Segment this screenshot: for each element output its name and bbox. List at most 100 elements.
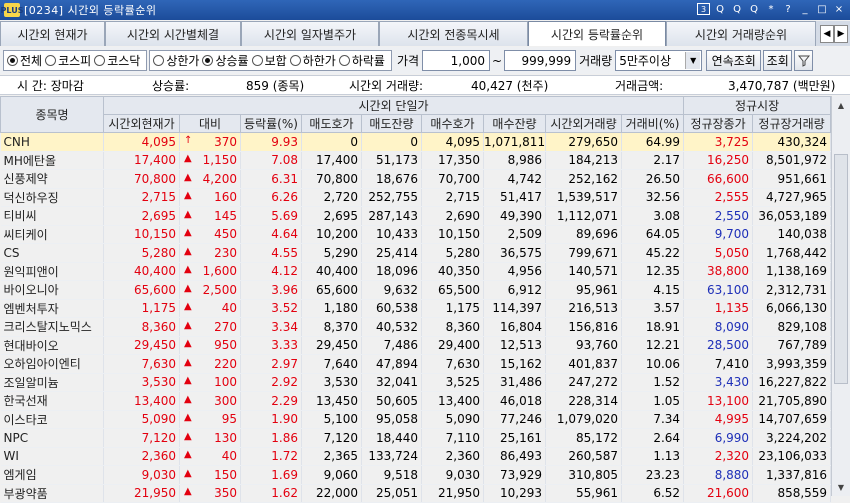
table-row[interactable]: 신풍제약 70,800 ▲ 4,200 6.31 70,800 18,676 70,700 4,… — [0, 169, 832, 189]
radio-lower-limit[interactable]: 하한가 — [289, 52, 336, 69]
scroll-up-icon[interactable]: ▲ — [834, 98, 848, 112]
close-button[interactable]: × — [832, 2, 846, 17]
cell-volume: 1,539,517 — [545, 188, 622, 207]
cell-volume: 1,079,020 — [545, 410, 622, 429]
table-row[interactable]: WI 2,360 ▲ 40 1.72 2,365 133,724 2,360 86,493 260… — [0, 447, 832, 466]
table-row[interactable]: 부광약품 21,950 ▲ 350 1.62 22,000 25,051 21,950 10,2… — [0, 484, 832, 503]
table-row[interactable]: 이스타코 5,090 ▲ 95 1.90 5,100 95,058 5,090 77,246 1,… — [0, 410, 832, 429]
cell-stock-name[interactable]: 엠게임 — [0, 465, 104, 485]
cell-volume: 156,816 — [545, 317, 622, 337]
cell-stock-name[interactable]: 씨티케이 — [0, 225, 104, 244]
tab-after-hours-price[interactable]: 시간외 현재가 — [0, 21, 105, 46]
table-row[interactable]: 원익피앤이 40,400 ▲ 1,600 4.12 40,400 18,096 40,350 4… — [0, 262, 832, 281]
cell-stock-name[interactable]: 덕신하우징 — [0, 188, 104, 207]
price-max-input[interactable]: 999,999 — [504, 50, 577, 71]
help-icon[interactable]: ? — [781, 2, 795, 17]
header-rate[interactable]: 등락률(%) — [240, 114, 302, 133]
table-row[interactable]: 엠벤처투자 1,175 ▲ 40 3.52 1,180 60,538 1,175 114,397… — [0, 299, 832, 318]
cell-volume: 401,837 — [545, 354, 622, 374]
cell-stock-name[interactable]: NPC — [0, 428, 104, 448]
header-price[interactable]: 시간외현재가 — [103, 114, 180, 133]
table-row[interactable]: 크리스탈지노믹스 8,360 ▲ 270 3.34 8,370 40,532 8,360 16,… — [0, 317, 832, 337]
cell-stock-name[interactable]: CNH — [0, 132, 104, 152]
maximize-button[interactable]: □ — [815, 2, 829, 17]
cell-stock-name[interactable]: 원익피앤이 — [0, 262, 104, 281]
cell-stock-name[interactable]: 오하임아이엔티 — [0, 354, 104, 374]
zoom-in-icon[interactable]: Q — [747, 2, 761, 17]
change-value: 300 — [214, 393, 237, 408]
cell-stock-name[interactable]: WI — [0, 447, 104, 466]
table-row[interactable]: 오하임아이엔티 7,630 ▲ 220 2.97 7,640 47,894 7,630 15,1… — [0, 354, 832, 374]
tab-after-hours-daily[interactable]: 시간외 일자별주가 — [241, 21, 379, 46]
tab-after-hours-volume-rank[interactable]: 시간외 거래량순위 — [666, 21, 816, 46]
header-name[interactable]: 종목명 — [0, 96, 104, 133]
pin-icon[interactable]: * — [764, 2, 778, 17]
cell-stock-name[interactable]: 신풍제약 — [0, 169, 104, 189]
radio-fall-rate[interactable]: 하락률 — [338, 52, 385, 69]
header-regular-volume[interactable]: 정규장거래량 — [752, 114, 832, 133]
cell-stock-name[interactable]: 부광약품 — [0, 484, 104, 503]
cell-stock-name[interactable]: 현대바이오 — [0, 336, 104, 355]
radio-kosdaq[interactable]: 코스닥 — [94, 52, 140, 69]
table-row[interactable]: 현대바이오 29,450 ▲ 950 3.33 29,450 7,486 29,400 12,5… — [0, 336, 832, 355]
filter-button[interactable] — [794, 50, 814, 71]
table-row[interactable]: 한국선재 13,400 ▲ 300 2.29 13,450 50,605 13,400 46,0… — [0, 391, 832, 411]
zoom-out-icon[interactable]: Q — [730, 2, 744, 17]
table-row[interactable]: 덕신하우징 2,715 ▲ 160 6.26 2,720 252,755 2,715 51,41… — [0, 188, 832, 207]
cell-stock-name[interactable]: CS — [0, 243, 104, 263]
header-ratio[interactable]: 거래비(%) — [620, 114, 685, 133]
radio-flat[interactable]: 보합 — [251, 52, 287, 69]
tab-next-icon[interactable]: ▶ — [834, 25, 848, 43]
header-bid-qty[interactable]: 매수잔량 — [483, 114, 546, 133]
cell-stock-name[interactable]: 조일알미늄 — [0, 373, 104, 392]
radio-rise-rate[interactable]: 상승률 — [202, 52, 249, 69]
header-close[interactable]: 정규장종가 — [683, 114, 754, 133]
header-volume[interactable]: 시간외거래량 — [545, 114, 622, 133]
header-change[interactable]: 대비 — [179, 114, 241, 133]
cell-stock-name[interactable]: 크리스탈지노믹스 — [0, 317, 104, 337]
cell-bid: 40,350 — [421, 262, 484, 281]
volume-select[interactable]: 5만주이상 ▼ — [615, 50, 703, 71]
radio-upper-limit[interactable]: 상한가 — [153, 52, 199, 69]
table-row[interactable]: 바이오니아 65,600 ▲ 2,500 3.96 65,600 9,632 65,500 6,… — [0, 280, 832, 300]
table-row[interactable]: 티비씨 2,695 ▲ 145 5.69 2,695 287,143 2,690 49,390 1… — [0, 206, 832, 226]
cell-price: 7,630 — [103, 354, 180, 374]
table-row[interactable]: 씨티케이 10,150 ▲ 450 4.64 10,200 10,433 10,150 2,50… — [0, 225, 832, 244]
header-ask-qty[interactable]: 매도잔량 — [361, 114, 422, 133]
continuous-query-button[interactable]: 연속조회 — [706, 50, 762, 71]
query-button[interactable]: 조회 — [763, 50, 793, 71]
cell-ask: 0 — [301, 132, 362, 152]
table-row[interactable]: CS 5,280 ▲ 230 4.55 5,290 25,414 5,280 36,575 799… — [0, 243, 832, 263]
scroll-down-icon[interactable]: ▼ — [834, 480, 848, 494]
cell-stock-name[interactable]: 한국선재 — [0, 391, 104, 411]
vertical-scrollbar[interactable]: ▲ ▼ — [831, 96, 850, 496]
header-ask[interactable]: 매도호가 — [301, 114, 362, 133]
cell-stock-name[interactable]: 엠벤처투자 — [0, 299, 104, 318]
radio-all[interactable]: 전체 — [7, 52, 42, 69]
price-min-input[interactable]: 1,000 — [422, 50, 491, 71]
minimize-button[interactable]: _ — [798, 2, 812, 17]
cell-stock-name[interactable]: 바이오니아 — [0, 280, 104, 300]
table-row[interactable]: NPC 7,120 ▲ 130 1.86 7,120 18,440 7,110 25,161 85… — [0, 428, 832, 448]
cell-ask-qty: 9,632 — [361, 280, 422, 300]
table-row[interactable]: MH에탄올 17,400 ▲ 1,150 7.08 17,400 51,173 17,350 8… — [0, 151, 832, 170]
tab-after-hours-all[interactable]: 시간외 전종목시세 — [379, 21, 528, 46]
up-triangle-icon: ▲ — [184, 264, 192, 276]
screen-number-icon[interactable]: 3 — [697, 3, 710, 15]
cell-stock-name[interactable]: 티비씨 — [0, 206, 104, 226]
table-row[interactable]: CNH 4,095 ↑ 370 9.93 0 0 4,095 1,071,811 279,650 6… — [0, 132, 832, 152]
cell-rate: 6.26 — [240, 188, 302, 207]
cell-stock-name[interactable]: MH에탄올 — [0, 151, 104, 170]
header-bid[interactable]: 매수호가 — [421, 114, 484, 133]
cell-ask-qty: 50,605 — [361, 391, 422, 411]
tab-after-hours-rate-rank[interactable]: 시간외 등락률순위 — [528, 21, 666, 46]
cell-stock-name[interactable]: 이스타코 — [0, 410, 104, 429]
cell-price: 40,400 — [103, 262, 180, 281]
tab-after-hours-hourly[interactable]: 시간외 시간별체결 — [105, 21, 241, 46]
table-row[interactable]: 조일알미늄 3,530 ▲ 100 2.92 3,530 32,041 3,525 31,486… — [0, 373, 832, 392]
table-row[interactable]: 엠게임 9,030 ▲ 150 1.69 9,060 9,518 9,030 73,929 310… — [0, 465, 832, 485]
scrollbar-thumb[interactable] — [834, 154, 848, 384]
radio-kospi[interactable]: 코스피 — [45, 52, 91, 69]
tab-prev-icon[interactable]: ◀ — [820, 25, 834, 43]
zoom-icon[interactable]: Q — [713, 2, 727, 17]
